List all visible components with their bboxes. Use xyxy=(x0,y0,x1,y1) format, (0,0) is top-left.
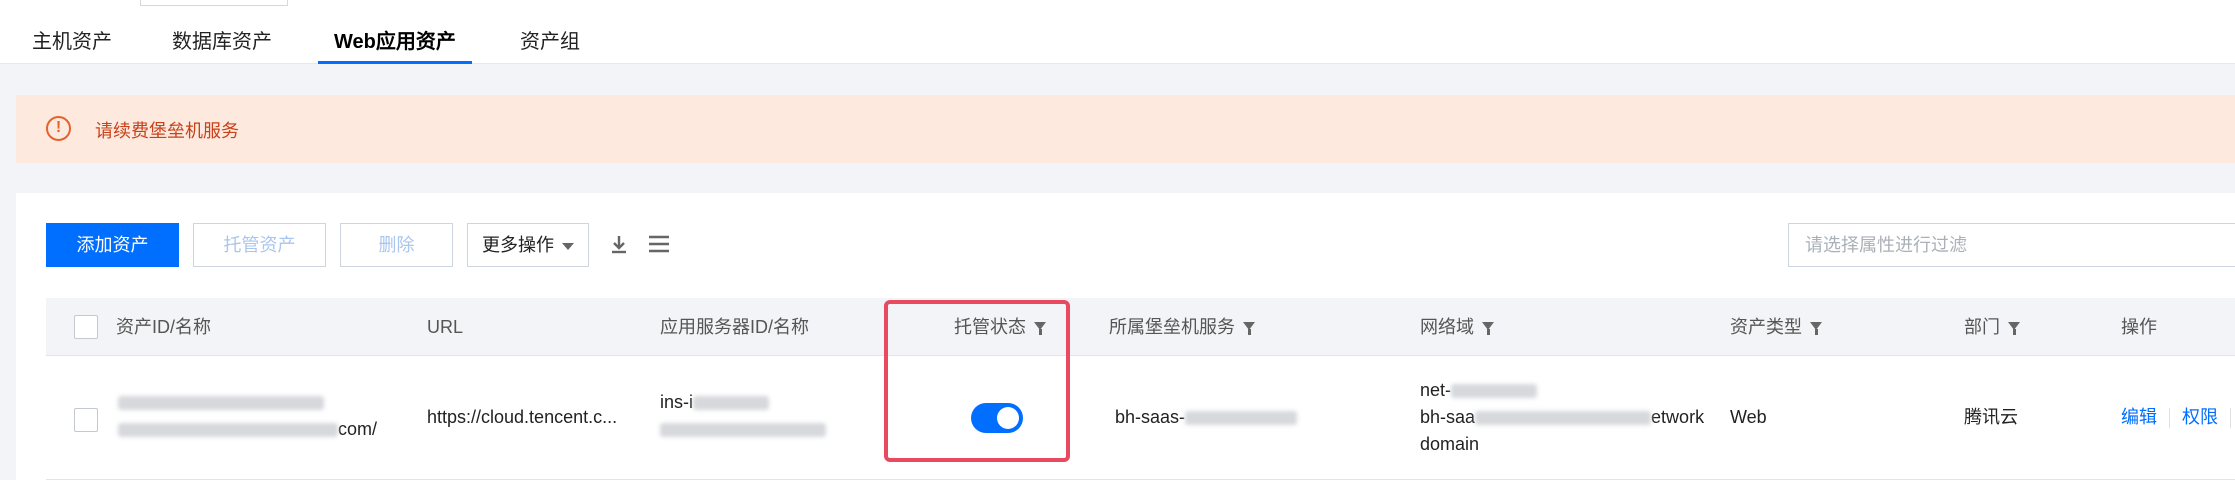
col-asset-type-header[interactable]: 资产类型 xyxy=(1730,298,1822,356)
divider xyxy=(2169,408,2170,429)
table-row: com/ https://cloud.tencent.c... ins-i bh… xyxy=(46,356,2235,480)
renewal-notice: ! 请续费堡垒机服务 xyxy=(16,95,2235,163)
notice-text: 请续费堡垒机服务 xyxy=(95,121,239,141)
redacted-server-id xyxy=(693,396,770,411)
netdomain-line3: domain xyxy=(1420,434,1480,454)
column-settings-icon[interactable] xyxy=(644,229,674,259)
asset-name-suffix: com/ xyxy=(338,419,378,439)
filter-icon[interactable] xyxy=(1482,322,1494,336)
department-cell: 腾讯云 xyxy=(1964,407,2018,427)
bastion-prefix: bh-saas- xyxy=(1115,407,1186,427)
more-actions-dropdown[interactable]: 更多操作 xyxy=(467,223,589,267)
app-server-cell: ins-i xyxy=(660,389,826,443)
highlight-box xyxy=(884,300,1070,462)
chevron-down-icon xyxy=(562,242,574,250)
col-department-header[interactable]: 部门 xyxy=(1964,298,2020,356)
add-asset-button[interactable]: 添加资产 xyxy=(46,223,179,267)
bastion-cell: bh-saas- xyxy=(1115,404,1298,431)
col-netdomain-header[interactable]: 网络域 xyxy=(1420,298,1494,356)
filter-icon[interactable] xyxy=(1243,322,1255,336)
redacted-asset-name xyxy=(118,423,338,438)
netdomain-line2-suffix: etwork xyxy=(1651,407,1705,427)
filter-icon[interactable] xyxy=(1810,322,1822,336)
tab-host-assets[interactable]: 主机资产 xyxy=(32,0,112,64)
tab-asset-groups[interactable]: 资产组 xyxy=(520,0,580,64)
netdomain-cell: net- bh-saa etwork domain xyxy=(1420,377,1704,458)
download-icon[interactable] xyxy=(604,229,634,259)
col-url: URL xyxy=(427,317,464,337)
netdomain-line2-prefix: bh-saa xyxy=(1420,407,1476,427)
redacted-net-id xyxy=(1451,384,1538,399)
tab-web-assets[interactable]: Web应用资产 xyxy=(318,0,472,64)
col-netdomain: 网络域 xyxy=(1420,317,1474,337)
filter-input[interactable]: 请选择属性进行过滤 xyxy=(1788,223,2235,267)
asset-table-panel: 添加资产 托管资产 删除 更多操作 请选择属性进行过滤 资产ID/名称 URL … xyxy=(16,193,2235,480)
asset-type-cell: Web xyxy=(1730,407,1767,427)
permission-link[interactable]: 权限 xyxy=(2182,407,2218,427)
url-cell: https://cloud.tencent.c... xyxy=(427,407,618,427)
host-asset-button[interactable]: 托管资产 xyxy=(193,223,326,267)
col-department: 部门 xyxy=(1964,317,2000,337)
col-bastion: 所属堡垒机服务 xyxy=(1109,317,1235,337)
more-actions-label: 更多操作 xyxy=(482,235,554,255)
col-asset-type: 资产类型 xyxy=(1730,317,1802,337)
divider xyxy=(2230,408,2231,429)
col-actions: 操作 xyxy=(2121,317,2157,337)
select-all-checkbox[interactable] xyxy=(74,315,98,339)
row-checkbox[interactable] xyxy=(74,408,98,432)
netdomain-line1: net- xyxy=(1420,380,1452,400)
top-bar: 主机资产 数据库资产 Web应用资产 资产组 xyxy=(0,0,2235,64)
redacted-bastion xyxy=(1185,411,1298,426)
tab-database-assets[interactable]: 数据库资产 xyxy=(172,0,272,64)
col-asset-id: 资产ID/名称 xyxy=(116,317,212,337)
delete-button[interactable]: 删除 xyxy=(340,223,453,267)
col-app-server: 应用服务器ID/名称 xyxy=(660,317,810,337)
redacted-asset-id xyxy=(118,396,324,411)
warning-circle-icon: ! xyxy=(46,116,71,141)
redacted-net-name xyxy=(1475,411,1652,426)
server-id-prefix: ins-i xyxy=(660,392,694,412)
filter-icon[interactable] xyxy=(2008,322,2020,336)
asset-id-name: com/ xyxy=(118,389,377,443)
col-bastion-header[interactable]: 所属堡垒机服务 xyxy=(1109,298,1255,356)
redacted-server-name xyxy=(660,423,826,438)
table-header: 资产ID/名称 URL 应用服务器ID/名称 托管状态 所属堡垒机服务 网络域 … xyxy=(46,298,2235,356)
actions-cell: 编辑 权限 xyxy=(2121,404,2235,431)
edit-link[interactable]: 编辑 xyxy=(2121,407,2157,427)
